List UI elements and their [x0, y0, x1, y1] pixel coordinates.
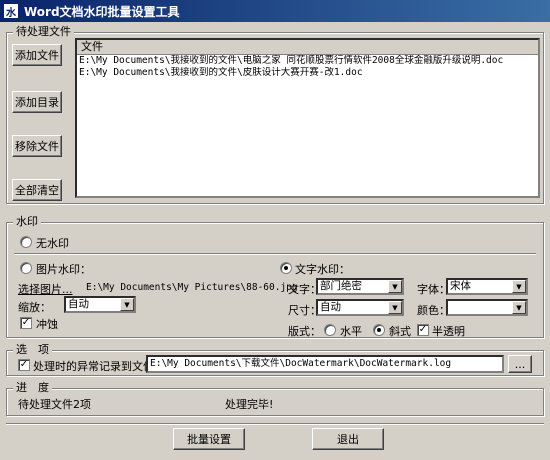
choose-image-link[interactable]: 选择图片...	[18, 281, 73, 297]
add-directory-button[interactable]: 添加目录	[12, 91, 62, 113]
status-text: 处理完毕!	[225, 398, 274, 411]
chevron-down-icon[interactable]: ▼	[512, 280, 526, 293]
font-select-value: 宋体	[450, 280, 471, 292]
image-watermark-radio[interactable]	[20, 262, 32, 274]
color-select-value	[448, 301, 512, 314]
image-watermark-label[interactable]: 图片水印：	[36, 261, 91, 277]
options-group-label: 选 项	[13, 343, 52, 357]
color-select[interactable]: ▼	[446, 299, 528, 316]
horizontal-label[interactable]: 水平	[340, 323, 362, 339]
clear-all-button[interactable]: 全部清空	[12, 179, 62, 201]
list-item[interactable]: E:\My Documents\我接收到的文件\电脑之家 同花顺股票行情软件20…	[77, 55, 538, 67]
bottom-divider	[6, 423, 544, 425]
log-path-input[interactable]: E:\My Documents\下载文件\DocWatermark\DocWat…	[146, 355, 504, 373]
title-bar: 水 Word文档水印批量设置工具	[0, 0, 550, 22]
diagonal-label[interactable]: 斜式	[389, 323, 411, 339]
text-select-value: 部门绝密	[320, 280, 362, 292]
progress-group-label: 进 度	[13, 381, 52, 395]
washout-checkbox[interactable]: ✓	[20, 317, 32, 329]
text-select[interactable]: 部门绝密 ▼	[316, 278, 404, 295]
chevron-down-icon[interactable]: ▼	[120, 298, 134, 311]
layout-label: 版式：	[288, 325, 321, 338]
file-list[interactable]: 文件 E:\My Documents\我接收到的文件\电脑之家 同花顺股票行情软…	[75, 38, 540, 198]
semitransparent-checkbox[interactable]: ✓	[417, 324, 429, 336]
chevron-down-icon[interactable]: ▼	[388, 280, 402, 293]
horizontal-radio[interactable]	[324, 324, 336, 336]
window-title: Word文档水印批量设置工具	[24, 4, 180, 19]
exit-button[interactable]: 退出	[312, 428, 384, 450]
no-watermark-label[interactable]: 无水印	[36, 235, 69, 251]
diagonal-radio[interactable]	[373, 324, 385, 336]
pending-count-text: 待处理文件2项	[18, 398, 91, 411]
chevron-down-icon[interactable]: ▼	[512, 301, 526, 314]
semitransparent-label[interactable]: 半透明	[432, 323, 465, 339]
font-select[interactable]: 宋体 ▼	[446, 278, 528, 295]
no-watermark-radio[interactable]	[20, 236, 32, 248]
text-watermark-radio[interactable]	[280, 262, 292, 274]
remove-file-button[interactable]: 移除文件	[12, 135, 62, 157]
size-select[interactable]: 自动 ▼	[316, 299, 404, 316]
chevron-down-icon[interactable]: ▼	[388, 301, 402, 314]
app-icon: 水	[3, 3, 19, 19]
scale-label: 缩放：	[18, 301, 51, 314]
file-list-header[interactable]: 文件	[77, 40, 538, 55]
text-watermark-label[interactable]: 文字水印：	[295, 261, 350, 277]
size-select-value: 自动	[320, 301, 341, 313]
image-path-text: E:\My Documents\My Pictures\88-60.jpg	[86, 282, 298, 293]
pending-files-group-label: 待处理文件	[13, 25, 74, 39]
scale-select[interactable]: 自动 ▼	[64, 296, 136, 313]
scale-select-value: 自动	[68, 298, 89, 310]
watermark-divider	[14, 253, 536, 255]
log-checkbox[interactable]: ✓	[18, 359, 30, 371]
batch-apply-button[interactable]: 批量设置	[173, 428, 245, 450]
washout-label[interactable]: 冲蚀	[36, 316, 58, 332]
add-file-button[interactable]: 添加文件	[12, 44, 62, 66]
watermark-group-label: 水印	[13, 215, 41, 229]
list-item[interactable]: E:\My Documents\我接收到的文件\皮肤设计大赛开赛-改1.doc	[77, 67, 538, 79]
browse-button[interactable]: ...	[508, 355, 532, 373]
